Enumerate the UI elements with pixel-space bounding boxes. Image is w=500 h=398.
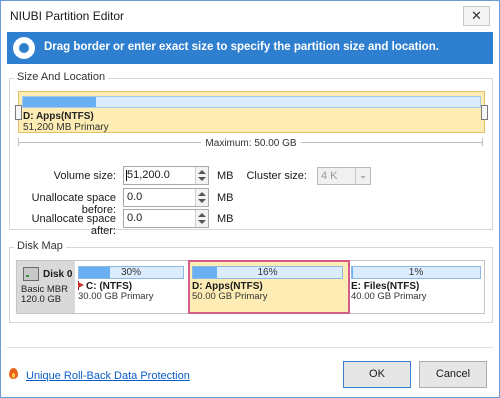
cluster-size-select: 4 K ⌄ bbox=[317, 167, 371, 185]
rollback-protection-link[interactable]: Unique Roll-Back Data Protection bbox=[26, 370, 190, 382]
left-resize-handle[interactable] bbox=[15, 105, 22, 120]
partition-e-percent: 1% bbox=[408, 267, 424, 278]
volume-size-value: 51,200.0 bbox=[127, 169, 170, 181]
size-location-label: Size And Location bbox=[14, 71, 109, 83]
partition-c[interactable]: 30% C: (NTFS) 30.00 GB Primary bbox=[75, 261, 185, 311]
disk-info[interactable]: Disk 0 Basic MBR 120.0 GB bbox=[17, 261, 75, 313]
partition-d-usage-bar: 16% bbox=[192, 266, 343, 279]
disk-size: 120.0 GB bbox=[21, 294, 62, 305]
unalloc-after-stepper[interactable] bbox=[195, 210, 208, 227]
unalloc-before-value: 0.0 bbox=[127, 191, 143, 203]
fire-icon bbox=[9, 368, 18, 379]
text-cursor bbox=[126, 170, 127, 181]
unalloc-before-input[interactable]: 0.0 bbox=[123, 188, 209, 207]
partition-d-percent: 16% bbox=[257, 267, 278, 278]
cancel-button[interactable]: Cancel bbox=[419, 361, 487, 388]
unalloc-after-label: Unallocate space after: bbox=[31, 213, 116, 237]
partition-usage-track bbox=[22, 96, 481, 108]
unalloc-after-input[interactable]: 0.0 bbox=[123, 209, 209, 228]
right-resize-handle[interactable] bbox=[481, 105, 488, 120]
partition-c-percent: 30% bbox=[120, 267, 141, 278]
title-bar: NIUBI Partition Editor ✕ bbox=[1, 1, 499, 31]
partition-d-detail: 50.00 GB Primary bbox=[192, 291, 268, 302]
partition-d[interactable]: 16% D: Apps(NTFS) 50.00 GB Primary bbox=[189, 261, 345, 311]
window-title: NIUBI Partition Editor bbox=[10, 9, 125, 23]
disk-icon bbox=[23, 267, 39, 281]
partition-name: D: Apps(NTFS) bbox=[23, 111, 94, 122]
disk-name: Disk 0 bbox=[43, 269, 73, 280]
unalloc-before-unit: MB bbox=[217, 192, 234, 204]
unalloc-after-value: 0.0 bbox=[127, 212, 143, 224]
partition-c-usage-bar: 30% bbox=[78, 266, 184, 279]
cluster-size-label: Cluster size: bbox=[246, 170, 307, 182]
info-banner: Drag border or enter exact size to speci… bbox=[7, 32, 493, 64]
close-button[interactable]: ✕ bbox=[463, 6, 490, 26]
partition-e-usage-bar: 1% bbox=[351, 266, 481, 279]
partition-size-bar[interactable]: D: Apps(NTFS) 51,200 MB Primary bbox=[15, 91, 488, 133]
disk-map-label: Disk Map bbox=[14, 240, 66, 252]
ok-button[interactable]: OK bbox=[343, 361, 411, 388]
volume-size-input[interactable]: 51,200.0 bbox=[123, 166, 209, 185]
maximum-label: Maximum: 50.00 GB bbox=[201, 138, 301, 149]
unalloc-before-stepper[interactable] bbox=[195, 189, 208, 206]
chevron-down-icon: ⌄ bbox=[355, 168, 370, 184]
cluster-size-value: 4 K bbox=[321, 170, 338, 182]
footer-divider bbox=[7, 347, 493, 348]
partition-detail: 51,200 MB Primary bbox=[23, 122, 109, 133]
banner-text: Drag border or enter exact size to speci… bbox=[44, 41, 439, 53]
partition-e-detail: 40.00 GB Primary bbox=[351, 291, 427, 302]
unalloc-after-unit: MB bbox=[217, 213, 234, 225]
partition-e[interactable]: 1% E: Files(NTFS) 40.00 GB Primary bbox=[348, 261, 482, 311]
partition-c-detail: 30.00 GB Primary bbox=[78, 291, 154, 302]
partition-usage-fill bbox=[23, 97, 97, 107]
partition-editor-window: NIUBI Partition Editor ✕ Drag border or … bbox=[0, 0, 500, 398]
pie-chart-icon bbox=[13, 37, 35, 59]
volume-size-label: Volume size: bbox=[53, 170, 116, 182]
